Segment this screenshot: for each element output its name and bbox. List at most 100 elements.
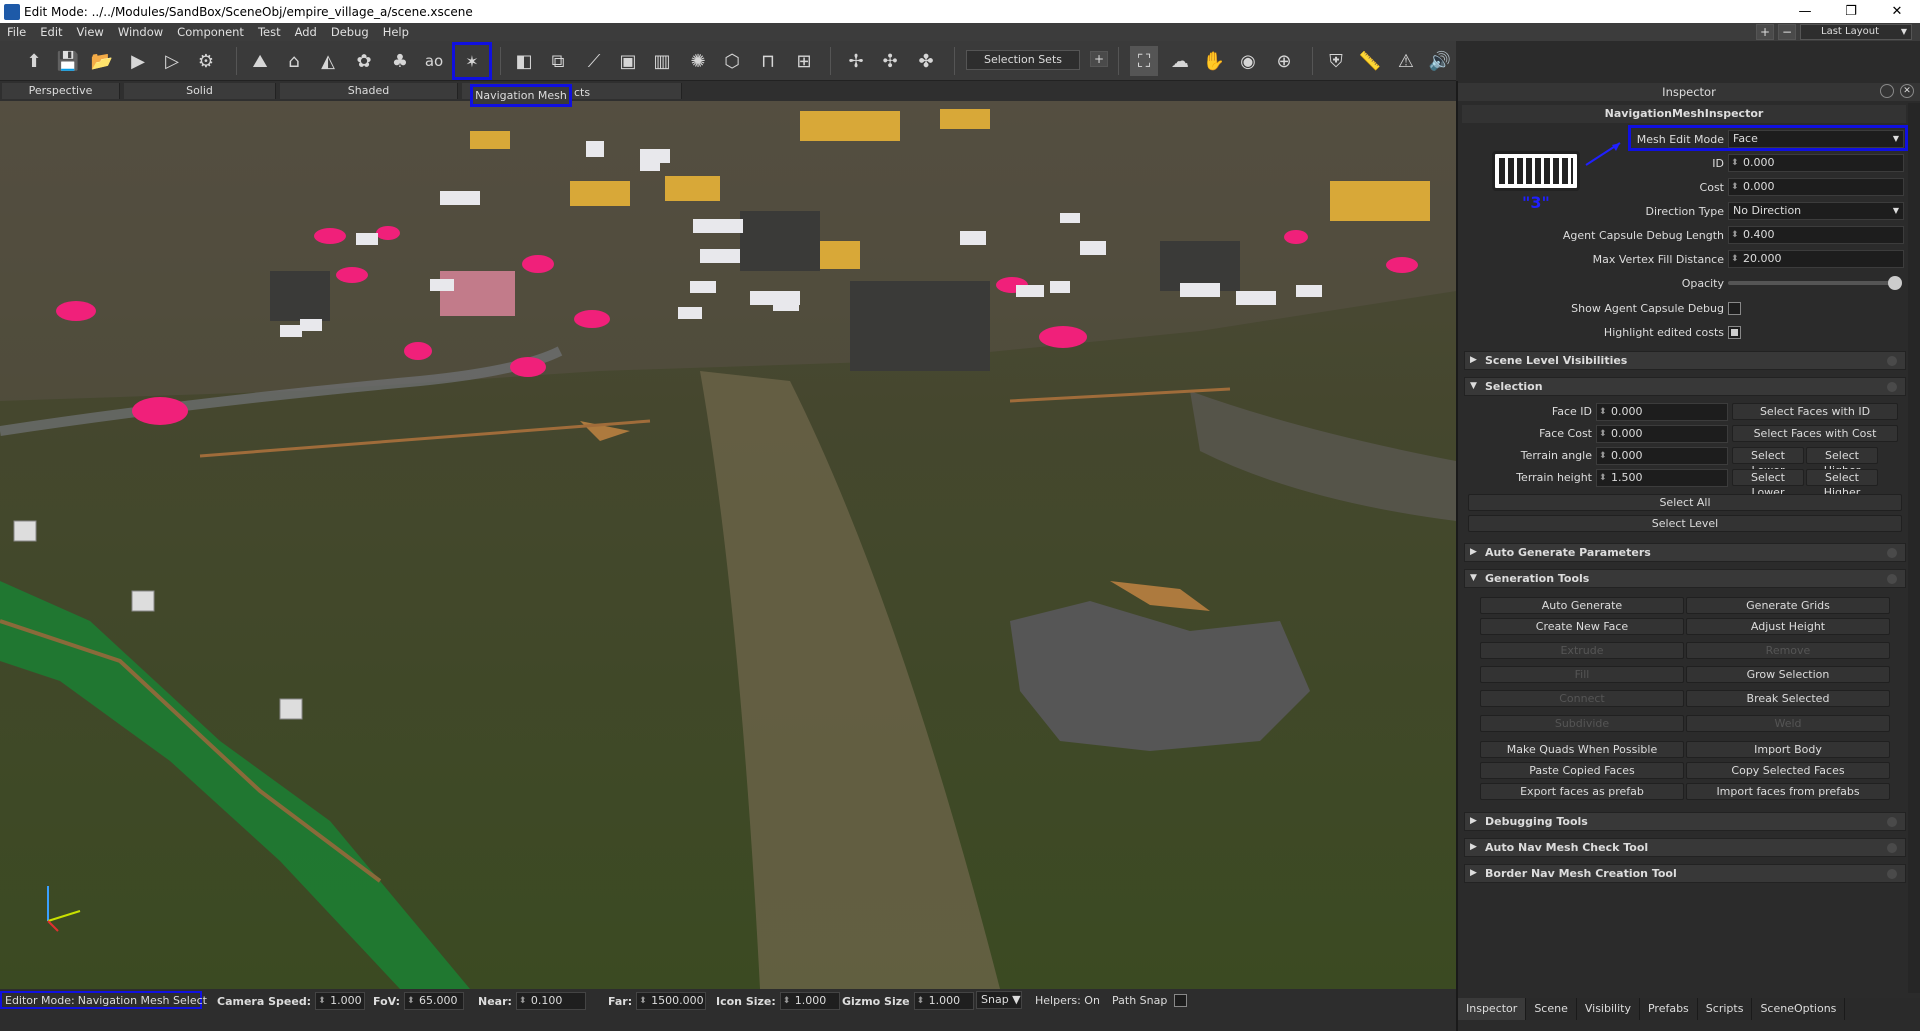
bridge-icon[interactable]: ⊞ [790,46,818,76]
menu-file[interactable]: File [0,25,33,39]
face-id-field[interactable]: 0.000 [1596,403,1728,421]
adjust-height-button[interactable]: Adjust Height [1686,618,1890,635]
create-new-face-button[interactable]: Create New Face [1480,618,1684,635]
menu-window[interactable]: Window [111,25,170,39]
fov-field[interactable]: 65.000 [404,992,465,1010]
tree-icon[interactable]: ♣ [386,46,414,76]
debugging-tools-section[interactable]: ▶ Debugging Tools [1464,812,1906,831]
scene-level-section[interactable]: ▶ Scene Level Visibilities [1464,351,1906,370]
face-cost-field[interactable]: 0.000 [1596,425,1728,443]
near-field[interactable]: 0.100 [515,992,586,1010]
sound-icon[interactable]: 🔊 [1426,46,1454,76]
ao-icon[interactable]: ao [420,46,448,76]
terrain-height-select-lower-button[interactable]: Select Lower [1732,469,1804,499]
terrain-angle-field[interactable]: 0.000 [1596,447,1728,465]
terrain-angle-select-lower-button[interactable]: Select Lower [1732,447,1804,477]
save-icon[interactable]: 💾 [54,46,82,76]
inspector-settings-icon[interactable] [1880,84,1894,98]
gi-icon[interactable]: ⊕ [1270,46,1298,76]
maximize-button[interactable]: ❐ [1828,0,1874,23]
paste-copied-faces-button[interactable]: Paste Copied Faces [1480,762,1684,779]
terrain-height-field[interactable]: 1.500 [1596,469,1728,487]
tab-visibility[interactable]: Visibility [1577,998,1640,1020]
tab-scripts[interactable]: Scripts [1698,998,1753,1020]
layout-dropdown[interactable]: Last Layout [1800,24,1912,40]
camera-speed-field[interactable]: 1.000 [315,992,366,1010]
menu-component[interactable]: Component [170,25,251,39]
copy-selected-faces-button[interactable]: Copy Selected Faces [1686,762,1890,779]
menu-test[interactable]: Test [251,25,288,39]
hand-icon[interactable]: ✋ [1200,46,1228,76]
selection-section[interactable]: ▼ Selection [1464,377,1906,396]
direction-type-dropdown[interactable]: No Direction [1728,202,1904,220]
camera-icon[interactable]: ⛶ [1130,46,1158,76]
minimize-button[interactable]: — [1782,0,1828,23]
house-icon[interactable]: ⌂ [280,46,308,76]
select-faces-id-button[interactable]: Select Faces with ID [1732,403,1898,420]
terrain-angle-select-higher-button[interactable]: Select Higher [1806,447,1878,477]
axis-icon[interactable]: ⟋ [580,46,608,76]
add-selection-set-button[interactable]: + [1090,51,1108,67]
fill-button[interactable]: Fill [1480,666,1684,683]
import-faces-button[interactable]: Import faces from prefabs [1686,783,1890,800]
show-agent-checkbox[interactable] [1728,301,1741,315]
vertex-icon[interactable]: ⬡ [718,46,746,76]
menu-help[interactable]: Help [376,25,416,39]
shaded-tab[interactable]: Shaded [280,83,458,99]
auto-nav-mesh-check-section[interactable]: ▶ Auto Nav Mesh Check Tool [1464,838,1906,857]
add-layout-button[interactable]: + [1756,24,1774,40]
auto-generate-section[interactable]: ▶ Auto Generate Parameters [1464,543,1906,562]
import-body-button[interactable]: Import Body [1686,741,1890,758]
terrain-icon[interactable]: ⛰ [246,46,274,76]
mesh-icon[interactable]: ▣ [614,46,642,76]
scale-icon[interactable]: ✤ [912,46,940,76]
grow-selection-button[interactable]: Grow Selection [1686,666,1890,683]
paint-icon[interactable]: ✿ [350,46,378,76]
inspector-scrollbar[interactable] [1908,103,1920,993]
rotate-icon[interactable]: ✣ [876,46,904,76]
tab-inspector[interactable]: Inspector [1458,998,1527,1020]
subdivide-button[interactable]: Subdivide [1480,715,1684,732]
connect-button[interactable]: Connect [1480,690,1684,707]
weather-icon[interactable]: ☁ [1166,46,1194,76]
generate-grids-button[interactable]: Generate Grids [1686,597,1890,614]
make-quads-button[interactable]: Make Quads When Possible [1480,741,1684,758]
sphere-icon[interactable]: ◉ [1234,46,1262,76]
path-icon[interactable]: ⊓ [754,46,782,76]
helpers-toggle[interactable]: Helpers: On [1035,994,1100,1007]
warning-icon[interactable]: ⚠ [1392,46,1420,76]
tab-prefabs[interactable]: Prefabs [1640,998,1698,1020]
max-vertex-field[interactable]: 20.000 [1728,250,1904,268]
path-snap-checkbox[interactable] [1174,994,1187,1007]
scatter-icon[interactable]: ✺ [684,46,712,76]
highlight-costs-checkbox[interactable] [1728,325,1741,339]
opacity-slider-handle[interactable] [1888,276,1902,290]
menu-add[interactable]: Add [288,25,324,39]
play-outline-icon[interactable]: ▷ [158,46,186,76]
menu-debug[interactable]: Debug [324,25,376,39]
solid-tab[interactable]: Solid [124,83,276,99]
extrude-button[interactable]: Extrude [1480,642,1684,659]
menu-view[interactable]: View [70,25,111,39]
graph-icon[interactable]: ▥ [648,46,676,76]
icon-size-field[interactable]: 1.000 [779,992,840,1010]
cost-field[interactable]: 0.000 [1728,178,1904,196]
terrain-height-select-higher-button[interactable]: Select Higher [1806,469,1878,499]
perspective-tab[interactable]: Perspective [2,83,120,99]
weld-button[interactable]: Weld [1686,715,1890,732]
remove-layout-button[interactable]: − [1778,24,1796,40]
hill-icon[interactable]: ◭ [314,46,342,76]
export-faces-button[interactable]: Export faces as prefab [1480,783,1684,800]
tab-scene[interactable]: Scene [1526,998,1577,1020]
open-folder-icon[interactable]: 📂 [88,46,116,76]
select-level-button[interactable]: Select Level [1468,515,1902,532]
inspector-close-icon[interactable]: ✕ [1900,84,1914,98]
cube-icon[interactable]: ◧ [510,46,538,76]
border-nav-mesh-section[interactable]: ▶ Border Nav Mesh Creation Tool [1464,864,1906,883]
play-icon[interactable]: ▶ [124,46,152,76]
break-selected-button[interactable]: Break Selected [1686,690,1890,707]
id-field[interactable]: 0.000 [1728,154,1904,172]
auto-generate-button[interactable]: Auto Generate [1480,597,1684,614]
tab-sceneoptions[interactable]: SceneOptions [1752,998,1846,1020]
generation-tools-section[interactable]: ▼ Generation Tools [1464,569,1906,588]
